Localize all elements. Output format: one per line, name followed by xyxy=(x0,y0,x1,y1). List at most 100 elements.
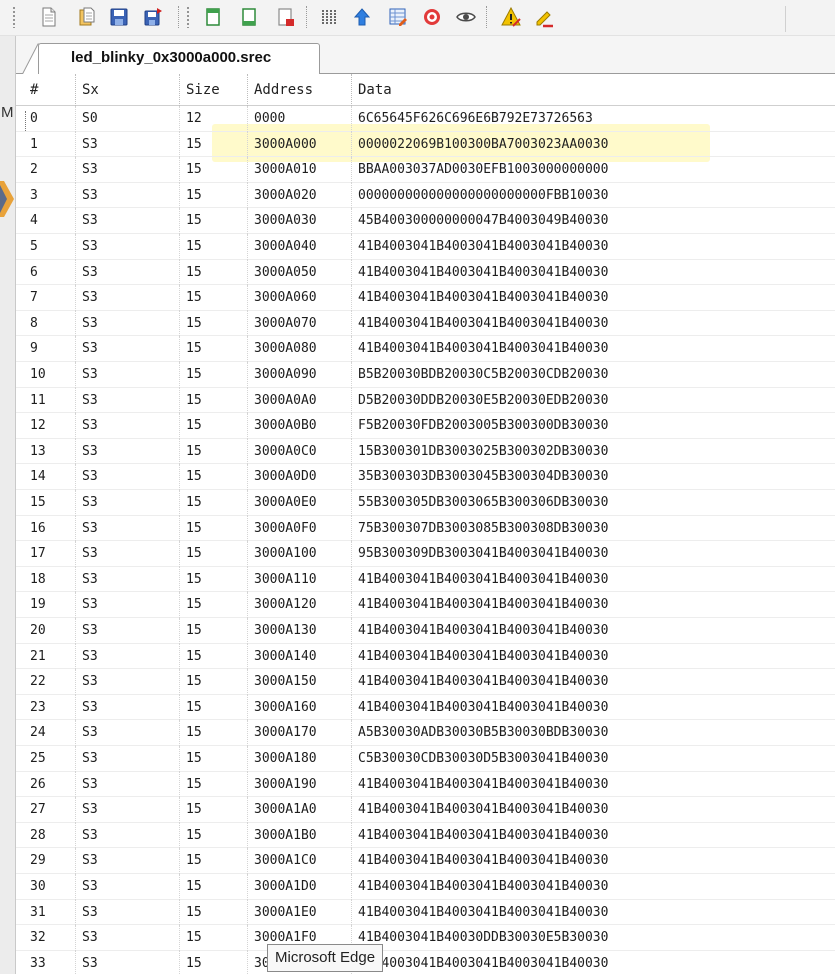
cell-sx: S3 xyxy=(76,438,180,465)
cell-address: 3000A130 xyxy=(248,618,352,644)
table-row[interactable]: 24 S3 15 3000A170 A5B30030ADB30030B5B30030BD… xyxy=(16,720,835,746)
table-row[interactable]: 26 S3 15 3000A190 41B4003041B4003041B4003041… xyxy=(16,771,835,798)
table-row[interactable]: 33S3153000A20041B4003041B4003041B4003041… xyxy=(16,950,835,974)
table-row[interactable]: 27 S3 15 3000A1A0 41B4003041B4003041B4003041… xyxy=(16,797,835,823)
cell-address: 3000A0F0 xyxy=(248,515,352,542)
target-icon[interactable] xyxy=(419,4,445,30)
table-row[interactable]: 14 S3 15 3000A0D0 35B300303DB3003045B300304D… xyxy=(16,464,835,490)
page-add-icon[interactable] xyxy=(236,4,262,30)
table-edit-icon[interactable] xyxy=(385,4,411,30)
cell-size: 15 xyxy=(180,541,248,567)
cell-size: 15 xyxy=(180,387,248,414)
table-row[interactable]: 19 S3 15 3000A120 41B4003041B4003041B4003041… xyxy=(16,592,835,618)
cell-address: 3000A1A0 xyxy=(248,797,352,823)
cell-data: 55B300305DB3003065B300306DB30030 xyxy=(358,495,609,510)
cell-address: 3000A190 xyxy=(248,771,352,798)
cell-sx: S3 xyxy=(76,592,180,618)
table-row[interactable]: 2 S3 15 3000A010 BBAA003037AD0030EFB10030000… xyxy=(16,157,835,183)
cell-data: 41B4003041B4003041B4003041B40030 xyxy=(358,776,609,792)
cell-sx: S3 xyxy=(76,874,180,900)
cell-index: 3 xyxy=(24,182,76,209)
cell-index: 31 xyxy=(24,899,76,926)
save-icon[interactable] xyxy=(106,4,132,30)
table-row[interactable]: 32 S3 15 3000A1F0 41B4003041B40030DDB30030E5… xyxy=(16,925,835,951)
table-row[interactable]: 30 S3 15 3000A1D0 41B4003041B4003041B4003041… xyxy=(16,874,835,900)
table-row[interactable]: 10 S3 15 3000A090 B5B20030BDB20030C5B20030CD… xyxy=(16,362,835,388)
open-file-icon[interactable] xyxy=(74,4,100,30)
table-row[interactable]: 15 S3 15 3000A0E0 55B300305DB3003065B300306D… xyxy=(16,490,835,516)
cell-index: 1 xyxy=(24,131,76,158)
cell-index: 11 xyxy=(24,387,76,414)
cell-size: 15 xyxy=(180,592,248,618)
cell-sx: S3 xyxy=(76,208,180,234)
cell-sx: S3 xyxy=(76,464,180,490)
cell-size: 15 xyxy=(180,259,248,286)
cell-index: 21 xyxy=(24,643,76,670)
cell-address: 3000A010 xyxy=(248,157,352,183)
eye-icon[interactable] xyxy=(453,4,479,30)
table-row[interactable]: 3 S3 15 3000A020 000000000000000000000000FBB… xyxy=(16,182,835,209)
document-tab-bar: led_blinky_0x3000a000.srec xyxy=(16,36,835,75)
cell-address: 3000A1C0 xyxy=(248,848,352,874)
column-header-sx[interactable]: Sx xyxy=(76,74,180,106)
table-row[interactable]: 4 S3 15 3000A030 45B400300000000047B4003049B… xyxy=(16,208,835,234)
table-row[interactable]: 18 S3 15 3000A110 41B4003041B4003041B4003041… xyxy=(16,566,835,593)
cell-data: 41B4003041B4003041B4003041B40030 xyxy=(358,879,609,894)
table-row[interactable]: 8 S3 15 3000A070 41B4003041B4003041B4003041B… xyxy=(16,310,835,337)
toolbar xyxy=(0,0,835,36)
columns-icon[interactable] xyxy=(316,4,342,30)
page-icon[interactable] xyxy=(200,4,226,30)
warning-icon[interactable] xyxy=(498,4,524,30)
cell-data: D5B20030DDB20030E5B20030EDB20030 xyxy=(358,392,609,408)
cell-data: 95B300309DB3003041B4003041B40030 xyxy=(358,546,609,562)
table-row[interactable]: 22 S3 15 3000A150 41B4003041B4003041B4003041… xyxy=(16,669,835,695)
cell-data: 6C65645F626C696E6B792E73726563 xyxy=(358,111,593,126)
column-header-data[interactable]: Data xyxy=(352,74,835,106)
table-row[interactable]: 9 S3 15 3000A080 41B4003041B4003041B4003041B… xyxy=(16,336,835,362)
column-header-address[interactable]: Address xyxy=(248,74,352,106)
new-file-icon[interactable] xyxy=(36,4,62,30)
tab-srec-file[interactable]: led_blinky_0x3000a000.srec xyxy=(38,43,320,75)
table-row[interactable]: 16 S3 15 3000A0F0 75B300307DB3003085B300308D… xyxy=(16,515,835,542)
table-row[interactable]: 25 S3 15 3000A180 C5B30030CDB30030D5B3003041… xyxy=(16,746,835,772)
cell-sx: S3 xyxy=(76,490,180,516)
cell-sx: S3 xyxy=(76,362,180,388)
page-remove-icon[interactable] xyxy=(272,4,298,30)
pencil-error-icon[interactable] xyxy=(531,4,557,30)
table-row[interactable]: 17 S3 15 3000A100 95B300309DB3003041B4003041… xyxy=(16,541,835,567)
toolbar-grip[interactable] xyxy=(186,6,190,28)
table-row[interactable]: 7 S3 15 3000A060 41B4003041B4003041B4003041B… xyxy=(16,285,835,311)
table-row[interactable]: 12 S3 15 3000A0B0 F5B20030FDB2003005B300300D… xyxy=(16,413,835,439)
cell-sx: S3 xyxy=(76,822,180,849)
table-row[interactable]: 0 S0 12 0000 6C65645F626C696E6B792E73726563 xyxy=(16,106,835,132)
cell-size: 15 xyxy=(180,771,248,798)
table-row[interactable]: 6 S3 15 3000A050 41B4003041B4003041B4003041B… xyxy=(16,259,835,286)
table-row[interactable]: 5 S3 15 3000A040 41B4003041B4003041B4003041B… xyxy=(16,234,835,260)
column-header-size[interactable]: Size xyxy=(180,74,248,106)
table-row[interactable]: 23 S3 15 3000A160 41B4003041B4003041B4003041… xyxy=(16,694,835,721)
table-row[interactable]: 28 S3 15 3000A1B0 41B4003041B4003041B4003041… xyxy=(16,822,835,849)
cell-data: A5B30030ADB30030B5B30030BDB30030 xyxy=(358,725,609,741)
table-row[interactable]: 29 S3 15 3000A1C0 41B4003041B4003041B4003041… xyxy=(16,848,835,874)
column-header-index[interactable]: # xyxy=(24,74,76,106)
cell-address: 3000A050 xyxy=(248,259,352,286)
cell-index: 17 xyxy=(24,541,76,567)
cell-address: 3000A140 xyxy=(248,643,352,670)
cell-index: 19 xyxy=(24,592,76,618)
cell-size: 15 xyxy=(180,720,248,746)
table-row[interactable]: 31 S3 15 3000A1E0 41B4003041B4003041B4003041… xyxy=(16,899,835,926)
cell-data: 41B4003041B4003041B4003041B40030 xyxy=(358,290,609,306)
toolbar-grip[interactable] xyxy=(12,6,16,28)
chevron-right-icon[interactable] xyxy=(0,181,14,217)
arrow-up-icon[interactable] xyxy=(349,4,375,30)
table-row[interactable]: 20 S3 15 3000A130 41B4003041B4003041B4003041… xyxy=(16,618,835,644)
save-as-icon[interactable] xyxy=(140,4,166,30)
srec-records-table[interactable]: # Sx Size Address Data 0 S0 12 0000 6C65645F… xyxy=(16,74,835,974)
table-row[interactable]: 13 S3 15 3000A0C0 15B300301DB3003025B300302D… xyxy=(16,438,835,465)
cell-index: 9 xyxy=(24,336,76,362)
table-row[interactable]: 1 S3 15 3000A000 0000022069B100300BA7003023A… xyxy=(16,131,835,158)
cell-sx: S0 xyxy=(76,106,180,132)
table-row[interactable]: 11 S3 15 3000A0A0 D5B20030DDB20030E5B20030ED… xyxy=(16,387,835,414)
cell-size: 12 xyxy=(180,106,248,132)
table-row[interactable]: 21 S3 15 3000A140 41B4003041B4003041B4003041… xyxy=(16,643,835,670)
